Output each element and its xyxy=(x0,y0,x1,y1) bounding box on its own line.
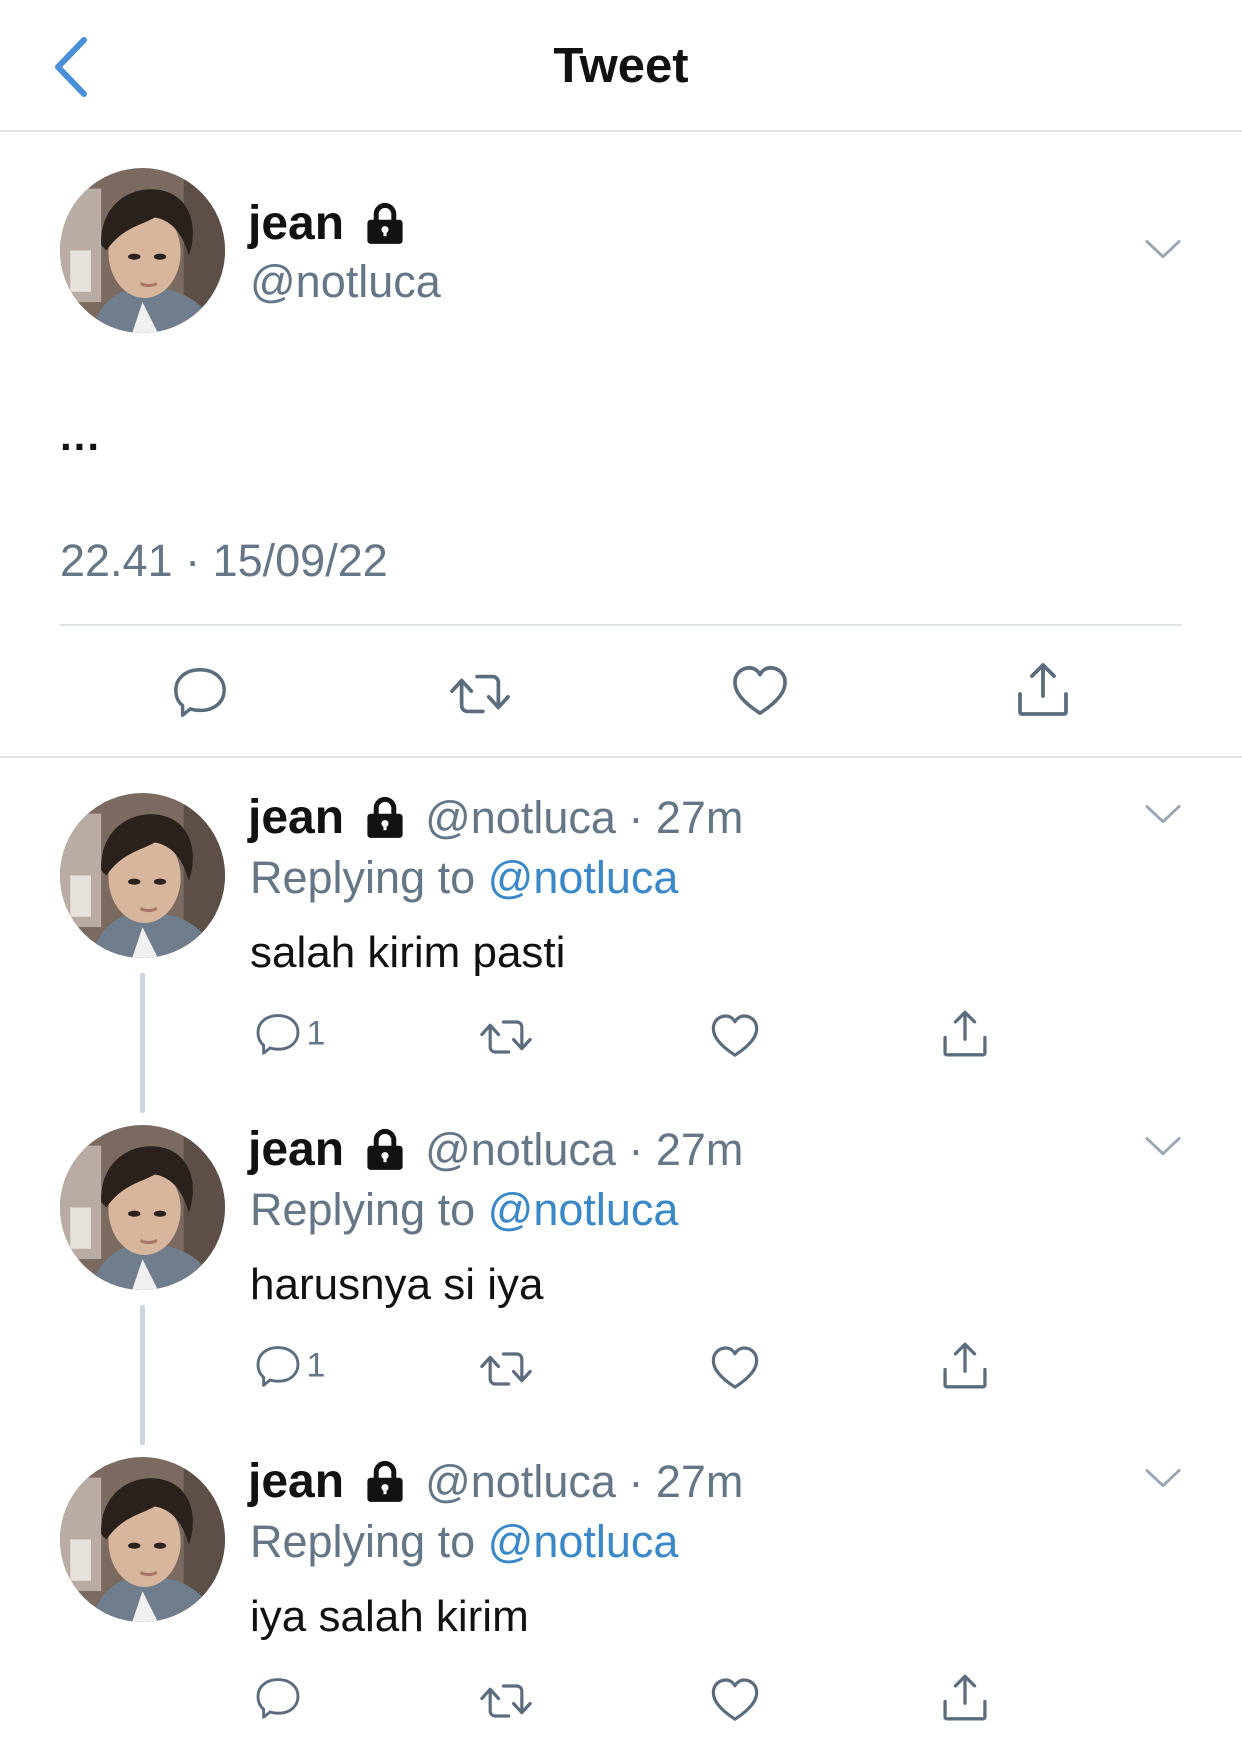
retweet-icon xyxy=(478,1676,534,1726)
author-name-text: jean xyxy=(248,197,345,250)
reply-time[interactable]: 27m xyxy=(656,792,744,843)
reply-count: 1 xyxy=(306,1346,326,1385)
share-icon xyxy=(1013,660,1073,720)
like-button[interactable] xyxy=(710,1344,760,1397)
like-button[interactable] xyxy=(731,664,789,723)
thread-line xyxy=(140,973,145,1113)
share-button[interactable] xyxy=(939,1008,991,1065)
lock-icon xyxy=(363,795,407,839)
lock-icon xyxy=(363,1459,407,1503)
more-options-button[interactable] xyxy=(1144,1135,1182,1164)
more-options-button[interactable] xyxy=(1144,238,1182,267)
author-name[interactable]: jean xyxy=(248,1455,344,1508)
author-name[interactable]: jean xyxy=(248,1123,344,1176)
retweet-button[interactable] xyxy=(447,665,513,728)
avatar[interactable] xyxy=(60,1457,225,1622)
replying-to-line: Replying to @notluca xyxy=(250,1184,678,1236)
tweet-text: ... xyxy=(60,412,102,459)
retweet-icon xyxy=(447,665,513,723)
heart-icon xyxy=(710,1012,760,1060)
retweet-button[interactable] xyxy=(478,1676,534,1731)
avatar[interactable] xyxy=(60,1125,225,1290)
reply-time[interactable]: 27m xyxy=(656,1124,744,1175)
reply-header: jean @notluca · 27m xyxy=(248,1122,743,1177)
retweet-icon xyxy=(478,1012,534,1062)
comment-icon xyxy=(254,1010,302,1058)
replying-label: Replying to xyxy=(250,1516,476,1567)
chevron-down-icon xyxy=(1144,803,1182,827)
replying-to-line: Replying to @notluca xyxy=(250,1516,678,1568)
replying-label: Replying to xyxy=(250,1184,476,1235)
chevron-down-icon xyxy=(1144,1135,1182,1159)
share-icon xyxy=(939,1672,991,1724)
reply-time[interactable]: 27m xyxy=(656,1456,744,1507)
more-options-button[interactable] xyxy=(1144,803,1182,832)
like-button[interactable] xyxy=(710,1012,760,1065)
chevron-down-icon xyxy=(1144,238,1182,262)
page-title: Tweet xyxy=(553,39,689,93)
thread-line xyxy=(140,1305,145,1445)
reply-button[interactable] xyxy=(171,663,229,726)
share-icon xyxy=(939,1340,991,1392)
replying-label: Replying to xyxy=(250,852,476,903)
lock-icon xyxy=(363,201,407,245)
mention-link[interactable]: @notluca xyxy=(488,1516,679,1567)
reply-header: jean @notluca · 27m xyxy=(248,790,743,845)
tweet-timestamp[interactable]: 22.41 · 15/09/22 xyxy=(60,535,388,587)
separator-dot: · xyxy=(615,1456,656,1507)
retweet-button[interactable] xyxy=(478,1012,534,1067)
separator-dot: · xyxy=(615,792,656,843)
author-handle[interactable]: @notluca xyxy=(250,256,441,308)
author-handle[interactable]: @notluca xyxy=(425,1124,616,1175)
share-icon xyxy=(939,1008,991,1060)
reply-header: jean @notluca · 27m xyxy=(248,1454,743,1509)
share-button[interactable] xyxy=(939,1340,991,1397)
like-button[interactable] xyxy=(710,1676,760,1729)
share-button[interactable] xyxy=(1013,660,1073,725)
more-options-button[interactable] xyxy=(1144,1467,1182,1496)
replying-to-line: Replying to @notluca xyxy=(250,852,678,904)
author-handle[interactable]: @notluca xyxy=(425,1456,616,1507)
author-name[interactable]: jean xyxy=(248,791,344,844)
comment-icon xyxy=(254,1674,302,1722)
reply-button[interactable]: 1 xyxy=(254,1342,325,1390)
reply-text: harusnya si iya xyxy=(250,1260,544,1309)
lock-icon xyxy=(363,1127,407,1171)
reply-count: 1 xyxy=(306,1014,326,1053)
mention-link[interactable]: @notluca xyxy=(488,1184,679,1235)
reply-text: iya salah kirim xyxy=(250,1592,529,1641)
share-button[interactable] xyxy=(939,1672,991,1729)
divider xyxy=(0,756,1242,758)
author-name[interactable]: jean xyxy=(248,196,407,251)
avatar[interactable] xyxy=(60,793,225,958)
heart-icon xyxy=(710,1344,760,1392)
reply-button[interactable]: 1 xyxy=(254,1010,325,1058)
reply-button[interactable] xyxy=(254,1674,302,1727)
retweet-button[interactable] xyxy=(478,1344,534,1399)
mention-link[interactable]: @notluca xyxy=(488,852,679,903)
separator-dot: · xyxy=(615,1124,656,1175)
reply-text: salah kirim pasti xyxy=(250,928,566,977)
avatar[interactable] xyxy=(60,168,225,333)
comment-icon xyxy=(171,663,229,721)
author-handle[interactable]: @notluca xyxy=(425,792,616,843)
heart-icon xyxy=(731,664,789,718)
retweet-icon xyxy=(478,1344,534,1394)
divider xyxy=(60,624,1182,626)
comment-icon xyxy=(254,1342,302,1390)
heart-icon xyxy=(710,1676,760,1724)
chevron-down-icon xyxy=(1144,1467,1182,1491)
